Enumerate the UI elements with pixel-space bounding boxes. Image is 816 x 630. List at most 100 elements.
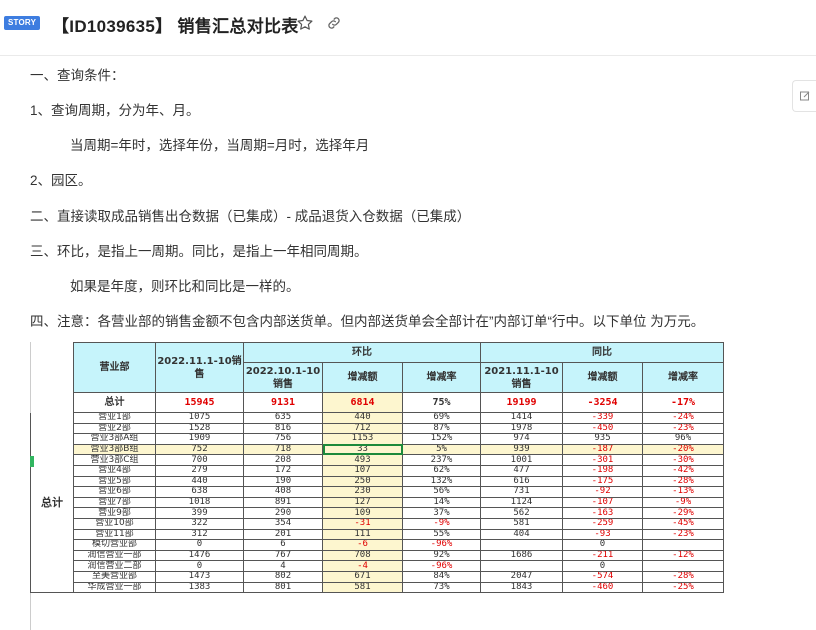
value-cell[interactable]: -301 [562, 454, 643, 466]
dept-name-cell[interactable]: 营业10部 [73, 517, 156, 530]
value-cell[interactable]: 616 [480, 475, 563, 488]
value-cell[interactable]: 6 [243, 539, 323, 551]
dept-name-cell[interactable]: 营业9部 [73, 507, 156, 519]
value-cell[interactable]: 731 [480, 486, 563, 498]
value-cell[interactable]: 201 [243, 528, 323, 541]
value-cell[interactable]: 172 [243, 464, 323, 477]
value-cell[interactable]: 1473 [155, 570, 244, 583]
value-cell[interactable]: 752 [155, 443, 244, 456]
value-cell[interactable]: 87% [402, 422, 481, 435]
value-cell[interactable]: 14% [402, 496, 481, 509]
value-cell[interactable]: 712 [322, 422, 403, 435]
value-cell[interactable]: 84% [402, 570, 481, 583]
side-edit-tab[interactable] [792, 80, 816, 112]
value-cell[interactable]: -92 [562, 486, 643, 498]
value-cell[interactable]: 708 [322, 549, 403, 562]
value-cell[interactable]: 0 [155, 539, 244, 551]
value-cell[interactable]: 1528 [155, 422, 244, 435]
value-cell[interactable]: 69% [402, 412, 481, 424]
value-cell[interactable]: 581 [322, 581, 403, 594]
value-cell[interactable]: 671 [322, 570, 403, 583]
value-cell[interactable]: -107 [562, 496, 643, 509]
value-cell[interactable]: -93 [562, 528, 643, 541]
dept-name-cell[interactable]: 润信营业二部 [73, 560, 156, 572]
value-cell[interactable]: 399 [155, 507, 244, 519]
value-cell[interactable]: -25% [642, 581, 724, 594]
value-cell[interactable]: 92% [402, 549, 481, 562]
value-cell[interactable]: 767 [243, 549, 323, 562]
value-cell[interactable]: 0 [562, 560, 643, 572]
value-cell[interactable]: 440 [322, 412, 403, 424]
dept-name-cell[interactable]: 至美营业部 [73, 570, 156, 583]
value-cell[interactable]: 279 [155, 464, 244, 477]
value-cell[interactable]: -23% [642, 528, 724, 541]
value-cell[interactable]: 802 [243, 570, 323, 583]
value-cell[interactable]: -28% [642, 570, 724, 583]
value-cell[interactable]: 935 [562, 433, 643, 445]
value-cell[interactable]: -20% [642, 443, 724, 456]
value-cell[interactable] [480, 560, 563, 572]
value-cell[interactable]: -29% [642, 507, 724, 519]
dept-name-cell[interactable]: 营业4部 [73, 464, 156, 477]
value-cell[interactable]: -42% [642, 464, 724, 477]
value-cell[interactable]: 440 [155, 475, 244, 488]
dept-name-cell[interactable]: 润信营业一部 [73, 549, 156, 562]
value-cell[interactable]: -9% [642, 496, 724, 509]
value-cell[interactable]: 801 [243, 581, 323, 594]
value-cell[interactable]: 404 [480, 528, 563, 541]
value-cell[interactable]: 208 [243, 454, 323, 466]
value-cell[interactable]: 638 [155, 486, 244, 498]
value-cell[interactable]: 354 [243, 517, 323, 530]
value-cell[interactable]: 37% [402, 507, 481, 519]
value-cell[interactable]: -574 [562, 570, 643, 583]
value-cell[interactable] [480, 539, 563, 551]
link-icon[interactable] [326, 15, 342, 31]
value-cell[interactable]: -30% [642, 454, 724, 466]
dept-name-cell[interactable]: 营业6部 [73, 486, 156, 498]
value-cell[interactable]: -45% [642, 517, 724, 530]
value-cell[interactable]: 974 [480, 433, 563, 445]
value-cell[interactable]: -23% [642, 422, 724, 435]
value-cell[interactable]: 718 [243, 443, 323, 456]
star-icon[interactable] [296, 14, 314, 32]
dept-name-cell[interactable]: 营业3部A组 [73, 433, 156, 445]
value-cell[interactable]: -31 [322, 517, 403, 530]
dept-name-cell[interactable]: 模切营业部 [73, 539, 156, 551]
value-cell[interactable]: 493 [322, 454, 403, 466]
value-cell[interactable]: 96% [642, 433, 724, 445]
value-cell[interactable]: 312 [155, 528, 244, 541]
value-cell[interactable]: -450 [562, 422, 643, 435]
value-cell[interactable]: 1909 [155, 433, 244, 445]
value-cell[interactable]: -460 [562, 581, 643, 594]
value-cell[interactable]: 55% [402, 528, 481, 541]
value-cell[interactable]: -4 [322, 560, 403, 572]
value-cell[interactable]: 0 [155, 560, 244, 572]
value-cell[interactable]: -9% [402, 517, 481, 530]
value-cell[interactable]: 1978 [480, 422, 563, 435]
dept-name-cell[interactable]: 营业5部 [73, 475, 156, 488]
value-cell[interactable]: -339 [562, 412, 643, 424]
value-cell[interactable]: 700 [155, 454, 244, 466]
value-cell[interactable]: 132% [402, 475, 481, 488]
value-cell[interactable]: 477 [480, 464, 563, 477]
value-cell[interactable] [642, 560, 724, 572]
value-cell[interactable]: 152% [402, 433, 481, 445]
value-cell[interactable]: 109 [322, 507, 403, 519]
value-cell[interactable]: 250 [322, 475, 403, 488]
value-cell[interactable]: -28% [642, 475, 724, 488]
value-cell[interactable]: -187 [562, 443, 643, 456]
value-cell[interactable]: -259 [562, 517, 643, 530]
dept-name-cell[interactable]: 营业2部 [73, 422, 156, 435]
value-cell[interactable]: -12% [642, 549, 724, 562]
value-cell[interactable]: 56% [402, 486, 481, 498]
value-cell[interactable]: 756 [243, 433, 323, 445]
value-cell[interactable]: -211 [562, 549, 643, 562]
value-cell[interactable]: 1153 [322, 433, 403, 445]
value-cell[interactable]: 939 [480, 443, 563, 456]
dept-name-cell[interactable]: 营业7部 [73, 496, 156, 509]
value-cell[interactable]: -13% [642, 486, 724, 498]
value-cell[interactable]: 111 [322, 528, 403, 541]
value-cell[interactable]: 1018 [155, 496, 244, 509]
value-cell[interactable]: -24% [642, 412, 724, 424]
value-cell[interactable] [642, 539, 724, 551]
